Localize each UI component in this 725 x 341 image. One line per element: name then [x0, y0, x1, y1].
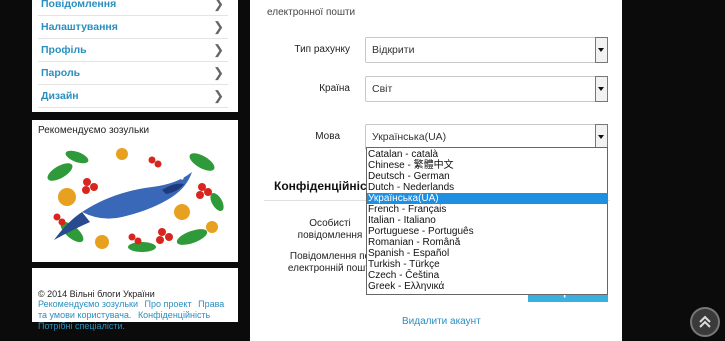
account-type-select[interactable]: Відкрити — [365, 37, 608, 63]
dropdown-button[interactable] — [595, 76, 608, 102]
dropdown-option[interactable]: Romanian - Română — [367, 237, 608, 248]
account-type-label: Тип рахунку — [294, 44, 350, 55]
dropdown-option[interactable]: Italian - Italiano — [367, 215, 608, 226]
email-hint: електронної пошти — [267, 7, 356, 18]
dropdown-option[interactable]: Catalan - català — [367, 149, 608, 160]
footer-link-jobs[interactable]: Потрібні спеціалісти. — [38, 321, 125, 331]
settings-nav: Повідомлення ❯ Налаштування ❯ Профіль ❯ … — [32, 0, 238, 112]
site-footer: © 2014 Вільні блоги України Рекомендуємо… — [32, 268, 238, 331]
dropdown-option[interactable]: Greek - Ελληνικά — [367, 281, 608, 292]
sidebar-item-design[interactable]: Дизайн ❯ — [38, 86, 228, 108]
account-type-value: Відкрити — [372, 44, 415, 56]
chevron-right-icon: ❯ — [213, 88, 224, 103]
dropdown-option-selected[interactable]: Українська(UA) — [367, 193, 608, 204]
footer-links: Рекомендуємо зозульки Про проект Права т… — [38, 299, 234, 332]
country-value: Світ — [372, 83, 393, 95]
sidebar-item-label: Пароль — [41, 67, 81, 79]
double-chevron-up-icon — [699, 315, 711, 328]
privacy-section-title: Конфіденційність — [274, 179, 380, 193]
dropdown-option[interactable]: Chinese - 繁體中文 — [367, 160, 608, 171]
sidebar-item-password[interactable]: Пароль ❯ — [38, 63, 228, 85]
recommend-widget: Рекомендуємо зозульки — [32, 120, 238, 262]
dropdown-option[interactable]: Spanish - Español — [367, 248, 608, 259]
dropdown-option[interactable]: Deutsch - German — [367, 171, 608, 182]
chevron-right-icon: ❯ — [213, 42, 224, 57]
sidebar-item-label: Налаштування — [41, 21, 118, 33]
country-select[interactable]: Світ — [365, 76, 608, 102]
dropdown-option[interactable]: Portuguese - Português — [367, 226, 608, 237]
language-value: Українська(UA) — [372, 131, 447, 143]
language-dropdown-list[interactable]: Catalan - català Chinese - 繁體中文 Deutsch … — [366, 147, 608, 295]
recommend-title: Рекомендуємо зозульки — [38, 125, 150, 136]
dropdown-option[interactable]: Turkish - Türkçe — [367, 259, 608, 270]
triangle-down-icon — [598, 87, 604, 91]
footer-link-about[interactable]: Про проект — [145, 299, 192, 309]
chevron-right-icon: ❯ — [213, 0, 224, 11]
footer-link-recommend[interactable]: Рекомендуємо зозульки — [38, 299, 138, 309]
dropdown-option[interactable]: French - Français — [367, 204, 608, 215]
sidebar-item-label: Повідомлення — [41, 0, 117, 10]
private-messages-label: Особисті повідомлення — [297, 218, 363, 241]
dropdown-button[interactable] — [595, 37, 608, 63]
country-label: Країна — [319, 83, 350, 94]
dropdown-option[interactable]: Dutch - Nederlands — [367, 182, 608, 193]
chevron-right-icon: ❯ — [213, 65, 224, 80]
sidebar-item-label: Дизайн — [41, 90, 79, 102]
language-label: Мова — [315, 131, 340, 142]
delete-account-link[interactable]: Видалити акаунт — [402, 316, 481, 327]
sidebar-item-messages[interactable]: Повідомлення ❯ — [38, 0, 228, 16]
triangle-down-icon — [598, 48, 604, 52]
chevron-right-icon: ❯ — [213, 19, 224, 34]
footer-link-privacy[interactable]: Конфіденційність — [138, 310, 210, 320]
triangle-down-icon — [598, 135, 604, 139]
sidebar-item-profile[interactable]: Профіль ❯ — [38, 40, 228, 62]
sidebar-item-settings[interactable]: Налаштування ❯ — [38, 17, 228, 39]
scroll-to-top-button[interactable] — [690, 307, 720, 337]
dropdown-option[interactable]: Czech - Čeština — [367, 270, 608, 281]
sidebar-item-label: Профіль — [41, 44, 87, 56]
bird-painting-image[interactable] — [42, 142, 228, 258]
